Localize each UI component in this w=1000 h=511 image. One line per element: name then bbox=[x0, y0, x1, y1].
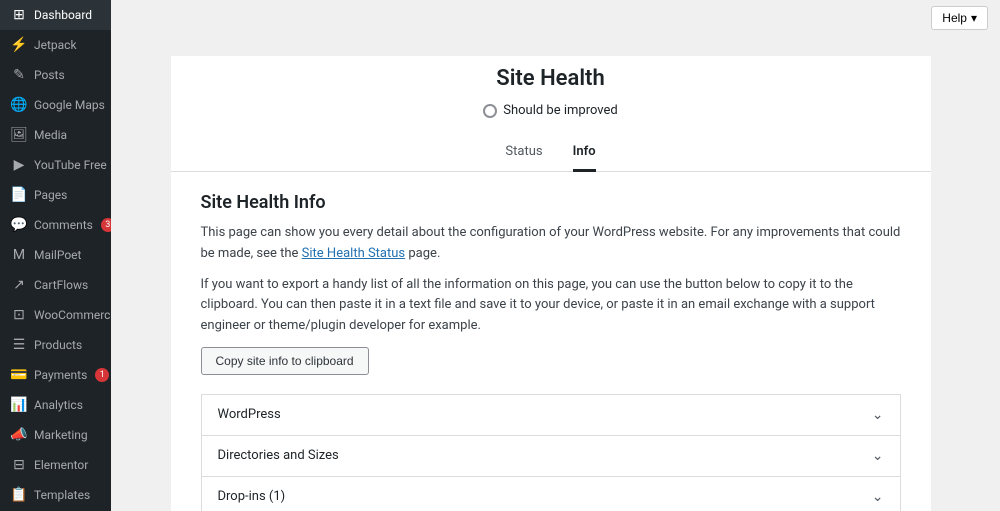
sidebar-label-templates: Templates bbox=[34, 488, 90, 502]
mailpoet-icon: M bbox=[10, 247, 28, 263]
sidebar-item-dashboard[interactable]: ⊞ Dashboard bbox=[0, 0, 111, 30]
accordion-header[interactable]: Directories and Sizes ⌄ bbox=[202, 436, 900, 476]
accordion-label: Drop-ins (1) bbox=[218, 489, 286, 504]
comments-icon: 💬 bbox=[10, 217, 28, 233]
tabs-nav: Status Info bbox=[171, 134, 931, 172]
status-indicator: Should be improved bbox=[171, 103, 931, 118]
site-health-status-link[interactable]: Site Health Status bbox=[302, 246, 405, 261]
main-content: Help ▾ Site Health Should be improved St… bbox=[111, 0, 1000, 511]
help-label: Help bbox=[942, 11, 967, 25]
chevron-down-icon: ⌄ bbox=[872, 448, 884, 464]
info-panel: Site Health Info This page can show you … bbox=[171, 172, 931, 511]
section-title: Site Health Info bbox=[201, 192, 901, 213]
accordion-item: Drop-ins (1) ⌄ bbox=[201, 476, 901, 511]
sidebar-item-analytics[interactable]: 📊 Analytics bbox=[0, 390, 111, 420]
cartflows-icon: ↗ bbox=[10, 277, 28, 293]
tab-info[interactable]: Info bbox=[573, 134, 596, 172]
products-icon: ☰ bbox=[10, 337, 28, 353]
sidebar-item-products[interactable]: ☰ Products bbox=[0, 330, 111, 360]
sidebar-label-marketing: Marketing bbox=[34, 428, 88, 442]
sidebar-label-woocommerce: WooCommerce bbox=[34, 308, 111, 322]
youtube-free-icon: ▶ bbox=[10, 157, 28, 173]
dashboard-icon: ⊞ bbox=[10, 7, 28, 23]
sidebar-label-jetpack: Jetpack bbox=[34, 38, 77, 52]
sidebar-label-analytics: Analytics bbox=[34, 398, 83, 412]
sidebar-item-media[interactable]: 🖼 Media bbox=[0, 120, 111, 150]
sidebar-label-media: Media bbox=[34, 128, 67, 142]
posts-icon: ✎ bbox=[10, 67, 28, 83]
sidebar-item-jetpack[interactable]: ⚡ Jetpack bbox=[0, 30, 111, 60]
sidebar-item-pages[interactable]: 📄 Pages bbox=[0, 180, 111, 210]
help-arrow: ▾ bbox=[971, 11, 977, 25]
copy-site-info-button[interactable]: Copy site info to clipboard bbox=[201, 347, 369, 375]
sidebar-label-products: Products bbox=[34, 338, 82, 352]
sidebar-item-google-maps[interactable]: 🌐 Google Maps bbox=[0, 90, 111, 120]
sidebar-item-payments[interactable]: 💳 Payments 1 bbox=[0, 360, 111, 390]
accordion-label: WordPress bbox=[218, 407, 281, 422]
sidebar-item-marketing[interactable]: 📣 Marketing bbox=[0, 420, 111, 450]
marketing-icon: 📣 bbox=[10, 427, 28, 443]
pages-icon: 📄 bbox=[10, 187, 28, 203]
status-bar: Site Health Should be improved Status Inf… bbox=[171, 56, 931, 172]
badge-payments: 1 bbox=[95, 368, 109, 382]
badge-comments: 3 bbox=[101, 218, 111, 232]
sidebar-item-woocommerce[interactable]: ⊡ WooCommerce bbox=[0, 300, 111, 330]
sidebar-label-pages: Pages bbox=[34, 188, 67, 202]
sidebar-label-comments: Comments bbox=[34, 218, 93, 232]
accordion-list: WordPress⌄Directories and Sizes⌄Drop-ins… bbox=[201, 395, 901, 511]
accordion-header[interactable]: Drop-ins (1) ⌄ bbox=[202, 477, 900, 511]
sidebar-item-comments[interactable]: 💬 Comments 3 bbox=[0, 210, 111, 240]
accordion-label: Directories and Sizes bbox=[218, 448, 339, 463]
sidebar-item-youtube-free[interactable]: ▶ YouTube Free bbox=[0, 150, 111, 180]
analytics-icon: 📊 bbox=[10, 397, 28, 413]
jetpack-icon: ⚡ bbox=[10, 37, 28, 53]
sidebar-label-dashboard: Dashboard bbox=[34, 8, 92, 22]
tabs-panel-wrapper: Site Health Should be improved Status Inf… bbox=[171, 56, 931, 511]
google-maps-icon: 🌐 bbox=[10, 97, 28, 113]
elementor-icon: ⊟ bbox=[10, 457, 28, 473]
templates-icon: 📋 bbox=[10, 487, 28, 503]
description-2: If you want to export a handy list of al… bbox=[201, 275, 901, 337]
sidebar-item-elementor[interactable]: ⊟ Elementor bbox=[0, 450, 111, 480]
sidebar-label-payments: Payments bbox=[34, 368, 87, 382]
payments-icon: 💳 bbox=[10, 367, 28, 383]
chevron-down-icon: ⌄ bbox=[872, 489, 884, 505]
sidebar-label-google-maps: Google Maps bbox=[34, 98, 105, 112]
sidebar-item-cartflows[interactable]: ↗ CartFlows bbox=[0, 270, 111, 300]
topbar: Help ▾ bbox=[111, 0, 1000, 36]
sidebar-label-posts: Posts bbox=[34, 68, 65, 82]
sidebar-label-mailpoet: MailPoet bbox=[34, 248, 81, 262]
page-title: Site Health bbox=[171, 66, 931, 91]
content-area: Site Health Should be improved Status Inf… bbox=[111, 36, 1000, 511]
accordion-item: Directories and Sizes ⌄ bbox=[201, 435, 901, 477]
tab-status[interactable]: Status bbox=[505, 134, 542, 172]
status-text: Should be improved bbox=[503, 103, 618, 118]
woocommerce-icon: ⊡ bbox=[10, 307, 28, 323]
help-button[interactable]: Help ▾ bbox=[931, 6, 988, 30]
status-circle-icon bbox=[483, 104, 497, 118]
description-1: This page can show you every detail abou… bbox=[201, 223, 901, 265]
sidebar-item-mailpoet[interactable]: M MailPoet bbox=[0, 240, 111, 270]
accordion-item: WordPress ⌄ bbox=[201, 394, 901, 436]
sidebar-item-templates[interactable]: 📋 Templates bbox=[0, 480, 111, 510]
chevron-down-icon: ⌄ bbox=[872, 407, 884, 423]
sidebar-item-posts[interactable]: ✎ Posts bbox=[0, 60, 111, 90]
media-icon: 🖼 bbox=[10, 127, 28, 143]
accordion-header[interactable]: WordPress ⌄ bbox=[202, 395, 900, 435]
sidebar-label-cartflows: CartFlows bbox=[34, 278, 88, 292]
sidebar-label-youtube-free: YouTube Free bbox=[34, 158, 107, 172]
sidebar-label-elementor: Elementor bbox=[34, 458, 88, 472]
sidebar: ⊞ Dashboard ⚡ Jetpack ✎ Posts 🌐 Google Maps 🖼 Med… bbox=[0, 0, 111, 511]
